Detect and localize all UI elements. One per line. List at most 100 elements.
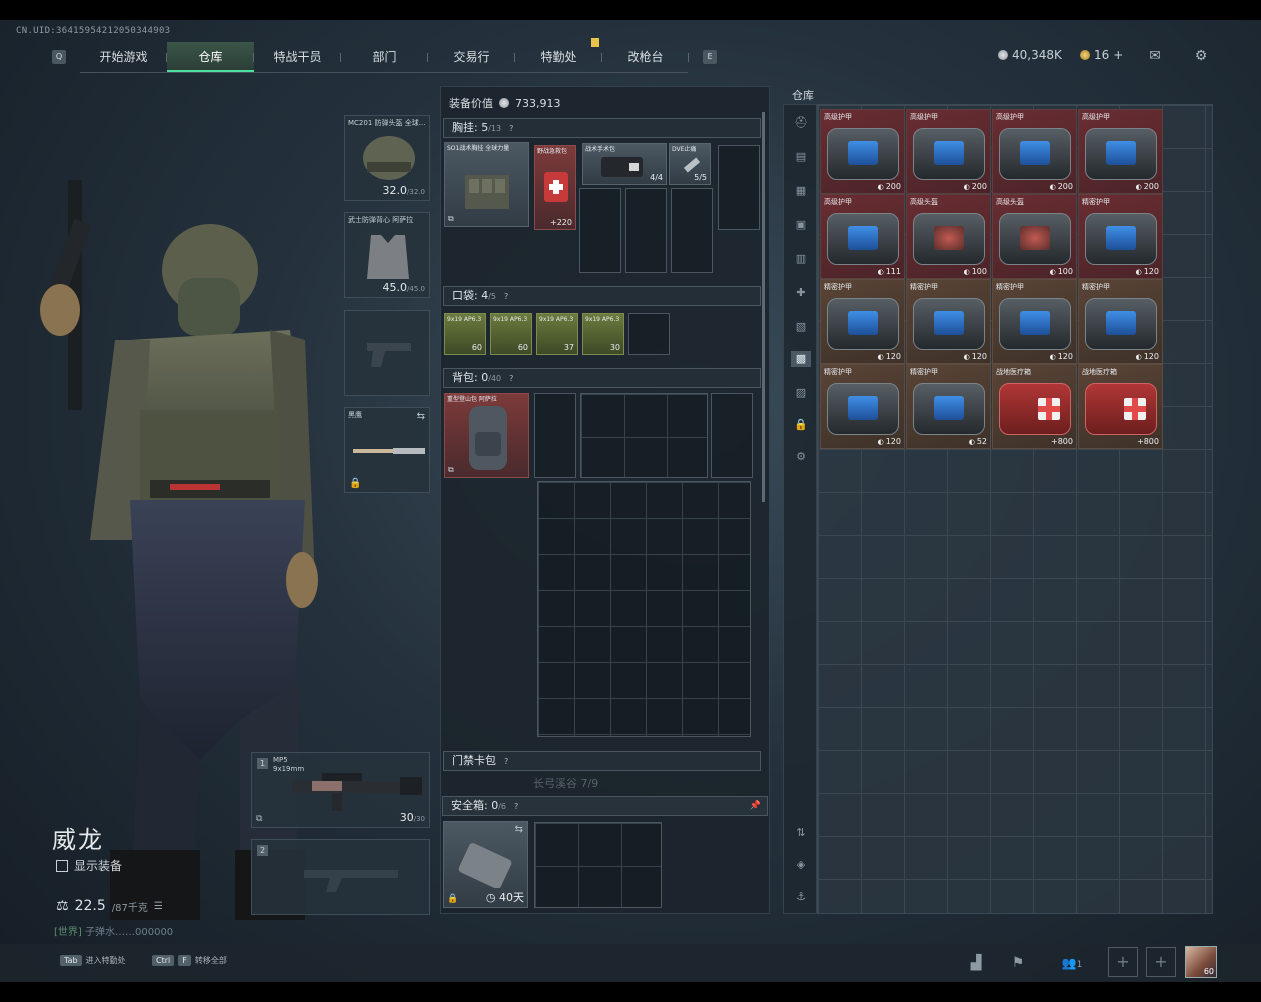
help-icon[interactable]: ? — [514, 798, 518, 816]
mail-icon[interactable]: ✉ — [1146, 48, 1164, 64]
backpack-category-icon[interactable]: ▣ — [791, 217, 811, 233]
stash-item-name: 精密护甲 — [910, 368, 938, 376]
stash-item[interactable]: 精密护甲 ◐ 120 — [906, 279, 991, 364]
backpack-slot-grid[interactable] — [580, 393, 708, 478]
tab-gunsmith[interactable]: 改枪台 — [602, 42, 689, 72]
armor-category-icon[interactable]: ▤ — [791, 149, 811, 165]
secondary-weapon-slot[interactable]: 2 — [251, 839, 430, 915]
chest-slot-surgery-kit[interactable]: 战术手术包 4/4 — [582, 143, 667, 185]
melee-slot[interactable]: 黑鹰 ⇆ 🔒 — [344, 407, 430, 493]
hanger-icon[interactable]: ⚓ — [791, 889, 811, 905]
stash-item[interactable]: 精密护甲 ◐ 120 — [1078, 279, 1163, 364]
stash-item[interactable]: 精密护甲 ◐ 120 — [820, 279, 905, 364]
tab-shortcut[interactable]: Tab 进入特勤处 — [60, 955, 126, 966]
first-aid-kit-icon — [544, 172, 568, 202]
chest-slot-painkiller[interactable]: DVE止痛 5/5 — [669, 143, 711, 185]
help-icon[interactable]: ? — [509, 120, 513, 138]
chest-rig-item[interactable]: SO1战术胸挂 全球力量 ⧉ — [444, 142, 529, 227]
stash-item[interactable]: 精密护甲 ◐ 120 — [1078, 194, 1163, 279]
ammo-category-icon[interactable]: ▥ — [791, 251, 811, 267]
chest-slot-first-aid[interactable]: 野战急救包 +220 — [534, 145, 576, 230]
swap-icon[interactable]: ⇆ — [515, 824, 523, 835]
safebox-item[interactable]: ⇆ 🔒 ◷ 40天 — [443, 821, 528, 908]
pocket-ammo-1[interactable]: 9x19 AP6.3 60 — [444, 313, 486, 355]
backpack-icon — [469, 406, 507, 470]
help-icon[interactable]: ? — [504, 753, 508, 771]
stash-item[interactable]: 高级护甲 ◐ 200 — [906, 109, 991, 194]
pocket-ammo-3[interactable]: 9x19 AP6.3 37 — [536, 313, 578, 355]
nav-prev-key[interactable]: Q — [52, 50, 66, 64]
transfer-all-shortcut[interactable]: Ctrl F 转移全部 — [152, 955, 227, 966]
gold-currency[interactable]: 16 + — [1080, 48, 1123, 62]
flag-icon[interactable]: ⚑ — [1008, 953, 1028, 973]
tab-department[interactable]: 部门 — [341, 42, 428, 72]
stash-item[interactable]: 高级头盔 ◐ 100 — [992, 194, 1077, 279]
chest-empty-slot[interactable] — [671, 188, 713, 273]
active-category-icon[interactable]: ▩ — [791, 351, 811, 367]
tab-market[interactable]: 交易行 — [428, 42, 515, 72]
settings-category-icon[interactable]: ⚙ — [791, 449, 811, 465]
layers-icon[interactable]: ◈ — [791, 857, 811, 873]
stats-icon[interactable]: ▟ — [966, 953, 986, 973]
tab-start-game[interactable]: 开始游戏 — [80, 42, 167, 72]
swap-icon[interactable]: ⇆ — [417, 411, 425, 422]
armor-slot[interactable]: 武士防弹背心 阿萨拉 45.0/45.0 — [344, 212, 430, 298]
weight-icon: ⚖ — [56, 898, 69, 914]
show-equipment-toggle[interactable]: 显示装备 — [56, 857, 122, 874]
backpack-slot[interactable] — [534, 393, 576, 478]
pin-icon[interactable]: 📌 — [750, 797, 761, 815]
pocket-ammo-4[interactable]: 9x19 AP6.3 30 — [582, 313, 624, 355]
stash-item-durability: ◐ 100 — [963, 267, 987, 276]
stash-item[interactable]: 战地医疗箱 +800 — [992, 364, 1077, 449]
rig-category-icon[interactable]: ▦ — [791, 183, 811, 199]
backpack-slot[interactable] — [711, 393, 753, 478]
stash-item-name: 战地医疗箱 — [1082, 368, 1117, 376]
lock-category-icon[interactable]: 🔒 — [791, 417, 811, 433]
silver-currency[interactable]: 40,348K — [998, 48, 1062, 62]
tab-special-ops[interactable]: 特勤处 — [515, 42, 602, 72]
equipment-scrollbar[interactable] — [762, 112, 765, 502]
player-avatar[interactable]: 60 — [1185, 946, 1217, 978]
stash-item[interactable]: 精密护甲 ◐ 120 — [992, 279, 1077, 364]
misc-category-icon[interactable]: ▨ — [791, 385, 811, 401]
invite-slot-button[interactable]: + — [1146, 947, 1176, 977]
pistol-slot[interactable] — [344, 310, 430, 396]
stash-grid[interactable]: 高级护甲 ◐ 200 高级护甲 ◐ 200 高级护甲 ◐ 200 高级护甲 ◐ 200 高级护甲 ◐ 111… — [817, 104, 1213, 914]
med-category-icon[interactable]: ✚ — [791, 285, 811, 301]
stash-item[interactable]: 高级护甲 ◐ 200 — [992, 109, 1077, 194]
nav-divider — [80, 72, 688, 73]
invite-slot-button[interactable]: + — [1108, 947, 1138, 977]
helmet-category-icon[interactable]: ⛑ — [791, 115, 811, 131]
pocket-ammo-2[interactable]: 9x19 AP6.3 60 — [490, 313, 532, 355]
backpack-storage-grid[interactable] — [537, 481, 751, 737]
sort-icon[interactable]: ⇅ — [791, 825, 811, 841]
team-icon[interactable]: 👥1 — [1056, 953, 1088, 973]
nav-next-key[interactable]: E — [703, 50, 717, 64]
chest-empty-slot[interactable] — [579, 188, 621, 273]
armor-case-icon — [827, 213, 899, 265]
loot-category-icon[interactable]: ▧ — [791, 319, 811, 335]
help-icon[interactable]: ? — [509, 370, 513, 388]
stash-item[interactable]: 高级头盔 ◐ 100 — [906, 194, 991, 279]
safebox-grid[interactable] — [534, 822, 662, 908]
list-icon[interactable]: ☰ — [154, 901, 163, 912]
stash-item[interactable]: 高级护甲 ◐ 200 — [820, 109, 905, 194]
primary-weapon-slot[interactable]: 1 MP5 9x19mm ⧉ 30/30 — [251, 752, 430, 828]
help-icon[interactable]: ? — [504, 288, 508, 306]
armor-case-icon — [913, 128, 985, 180]
checkbox-icon[interactable] — [56, 859, 68, 872]
stash-item[interactable]: 精密护甲 ◐ 120 — [820, 364, 905, 449]
tab-warehouse[interactable]: 仓库 — [167, 42, 254, 72]
backpack-item[interactable]: 重型登山包 阿萨拉 ⧉ — [444, 393, 529, 478]
helmet-slot[interactable]: MC201 防弹头盔 全球... 32.0/32.0 — [344, 115, 430, 201]
tab-operators[interactable]: 特战干员 — [254, 42, 341, 72]
world-chat-line[interactable]: [世界] 子弹水……000000 — [54, 923, 173, 938]
stash-item[interactable]: 高级护甲 ◐ 200 — [1078, 109, 1163, 194]
pocket-empty-slot[interactable] — [628, 313, 670, 355]
stash-item[interactable]: 战地医疗箱 +800 — [1078, 364, 1163, 449]
stash-item[interactable]: 高级护甲 ◐ 111 — [820, 194, 905, 279]
chest-empty-slot[interactable] — [625, 188, 667, 273]
stash-item[interactable]: 精密护甲 ◐ 52 — [906, 364, 991, 449]
gear-icon[interactable]: ⚙ — [1192, 48, 1210, 64]
chest-empty-slot[interactable] — [718, 145, 760, 230]
